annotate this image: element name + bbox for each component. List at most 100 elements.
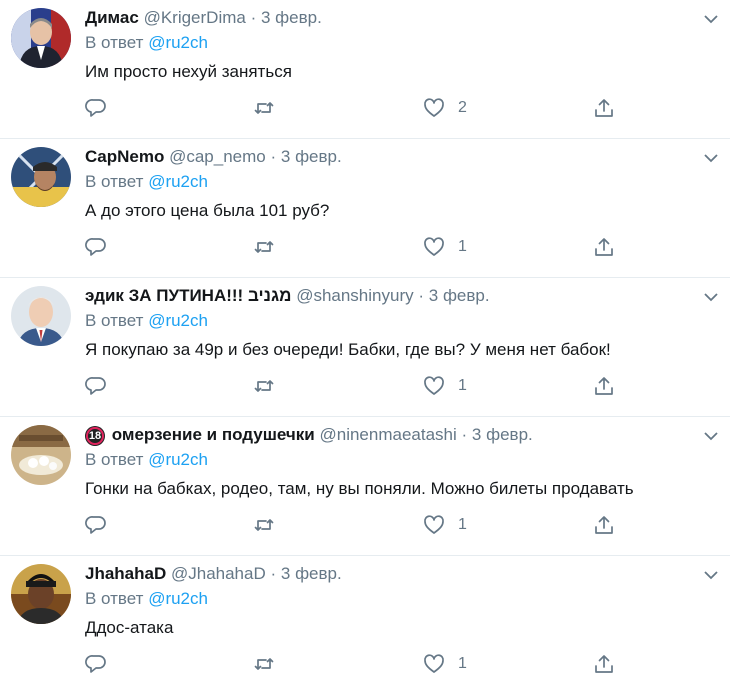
reply-prefix: В ответ [85,33,144,52]
age-18-icon: 18 [85,426,105,446]
tweet-actions: 1 [85,235,625,259]
share-button[interactable] [593,96,615,120]
heart-icon [424,237,444,256]
chevron-down-icon[interactable] [702,427,720,445]
tweet-text: Им просто нехуй заняться [85,62,292,81]
author-handle[interactable]: @JhahahaD [171,564,266,583]
tweet-header: CapNemo @cap_nemo · 3 февр. [85,145,680,169]
author-handle[interactable]: @KrigerDima [144,8,246,27]
retweet-icon [254,658,274,670]
author-name[interactable]: CapNemo [85,147,164,166]
retweet-button[interactable] [253,235,275,259]
author-name[interactable]: омерзение и подушечки [112,425,315,444]
reply-context: В ответ @ru2ch [85,309,208,333]
heart-icon [424,376,444,395]
retweet-button[interactable] [253,513,275,537]
chevron-down-icon[interactable] [702,149,720,167]
reply-button[interactable] [85,235,107,259]
retweet-icon [254,519,274,531]
avatar[interactable] [11,147,71,207]
tweet-date[interactable]: 3 февр. [281,147,342,166]
tweet-text: Я покупаю за 49р и без очереди! Бабки, г… [85,340,611,359]
tweet-item[interactable]: JhahahaD @JhahahaD · 3 февр. В ответ @ru… [0,556,730,695]
reply-prefix: В ответ [85,450,144,469]
heart-icon [424,515,444,534]
tweet-item[interactable]: Димас @KrigerDima · 3 февр. В ответ @ru2… [0,0,730,139]
reply-icon [85,377,106,395]
avatar[interactable] [11,425,71,485]
chevron-down-icon[interactable] [702,10,720,28]
reply-prefix: В ответ [85,589,144,608]
reply-context: В ответ @ru2ch [85,31,208,55]
avatar[interactable] [11,564,71,624]
retweet-button[interactable] [253,374,275,398]
like-count: 2 [458,99,467,116]
retweet-icon [254,241,274,253]
share-icon [595,516,613,534]
like-count: 1 [458,238,467,255]
share-icon [595,99,613,117]
separator-dot: · [250,8,257,27]
reply-mention[interactable]: @ru2ch [148,172,208,191]
author-handle[interactable]: @ninenmaeatashi [319,425,456,444]
like-count: 1 [458,655,467,672]
retweet-icon [254,380,274,392]
author-name[interactable]: Димас [85,8,139,27]
reply-button[interactable] [85,96,107,120]
tweet-header: JhahahaD @JhahahaD · 3 февр. [85,562,680,586]
share-icon [595,655,613,673]
tweet-header: Димас @KrigerDima · 3 февр. [85,6,680,30]
reply-button[interactable] [85,513,107,537]
reply-mention[interactable]: @ru2ch [148,33,208,52]
like-button[interactable]: 1 [423,513,467,537]
tweet-text: Ддос-атака [85,618,174,637]
separator-dot: · [461,425,468,444]
reply-icon [85,238,106,256]
avatar[interactable] [11,8,71,68]
reply-context: В ответ @ru2ch [85,587,208,611]
retweet-button[interactable] [253,96,275,120]
tweet-actions: 1 [85,513,625,537]
like-button[interactable]: 1 [423,652,467,676]
reply-thread: Димас @KrigerDima · 3 февр. В ответ @ru2… [0,0,730,695]
tweet-item[interactable]: 18 омерзение и подушечки @ninenmaeatashi… [0,417,730,556]
tweet-date[interactable]: 3 февр. [472,425,533,444]
tweet-item[interactable]: эдик ЗА ПУТИНА!!! מגניב @shanshinyury · … [0,278,730,417]
tweet-actions: 2 [85,96,625,120]
avatar[interactable] [11,286,71,346]
reply-icon [85,655,106,673]
retweet-icon [254,102,274,114]
retweet-button[interactable] [253,652,275,676]
separator-dot: · [418,286,425,305]
author-handle[interactable]: @cap_nemo [169,147,266,166]
share-button[interactable] [593,235,615,259]
author-name[interactable]: JhahahaD [85,564,166,583]
tweet-text: А до этого цена была 101 руб? [85,201,330,220]
reply-button[interactable] [85,652,107,676]
reply-icon [85,516,106,534]
separator-dot: · [270,564,277,583]
tweet-date[interactable]: 3 февр. [429,286,490,305]
reply-mention[interactable]: @ru2ch [148,589,208,608]
reply-button[interactable] [85,374,107,398]
reply-mention[interactable]: @ru2ch [148,311,208,330]
author-handle[interactable]: @shanshinyury [296,286,413,305]
reply-prefix: В ответ [85,311,144,330]
share-button[interactable] [593,652,615,676]
tweet-date[interactable]: 3 февр. [281,564,342,583]
like-button[interactable]: 1 [423,235,467,259]
tweet-item[interactable]: CapNemo @cap_nemo · 3 февр. В ответ @ru2… [0,139,730,278]
chevron-down-icon[interactable] [702,566,720,584]
author-name[interactable]: эдик ЗА ПУТИНА!!! מגניב [85,286,291,305]
tweet-text: Гонки на бабках, родео, там, ну вы понял… [85,479,634,498]
like-button[interactable]: 1 [423,374,467,398]
share-button[interactable] [593,374,615,398]
chevron-down-icon[interactable] [702,288,720,306]
share-button[interactable] [593,513,615,537]
reply-icon [85,99,106,117]
reply-mention[interactable]: @ru2ch [148,450,208,469]
separator-dot: · [270,147,277,166]
like-button[interactable]: 2 [423,96,467,120]
heart-icon [424,654,444,673]
tweet-date[interactable]: 3 февр. [261,8,322,27]
